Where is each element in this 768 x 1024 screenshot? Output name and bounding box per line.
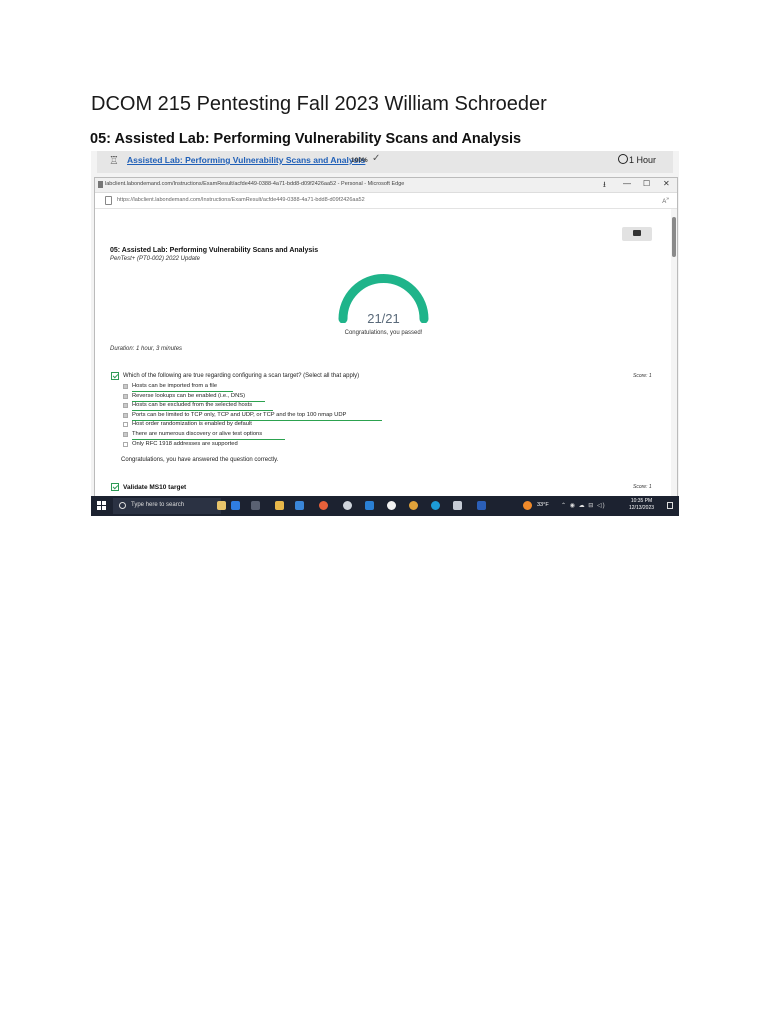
option-label: Host order randomization is enabled by d… — [132, 421, 252, 428]
lab-percent: 100% — [351, 157, 368, 164]
option-checkbox — [123, 432, 128, 437]
browser-titlebar: labclient.labondemand.com/Instructions/E… — [95, 178, 677, 193]
taskbar-search[interactable]: Type here to search — [113, 498, 221, 514]
folder-icon[interactable] — [217, 501, 226, 510]
edge-icon[interactable] — [431, 501, 440, 510]
maximize-button[interactable]: ☐ — [643, 179, 650, 188]
option-checkbox — [123, 384, 128, 389]
score-text: 21/21 — [367, 311, 400, 326]
page-content: 05: Assisted Lab: Performing Vulnerabili… — [95, 209, 673, 500]
question-feedback: Congratulations, you have answered the q… — [121, 457, 279, 463]
app-icon[interactable] — [365, 501, 374, 510]
page-icon — [98, 181, 103, 188]
app-icon[interactable] — [453, 501, 462, 510]
lab-duration: 1 Hour — [618, 154, 656, 165]
read-aloud-icon[interactable]: A» — [662, 196, 669, 205]
system-tray-icons[interactable]: ⌃ ◉ ☁ ⊟ ◁) — [561, 502, 606, 509]
question-text: Which of the following are true regardin… — [123, 373, 360, 379]
clock-time: 10:35 PM — [630, 498, 653, 504]
chrome-icon[interactable] — [409, 501, 418, 510]
close-button[interactable]: ✕ — [663, 179, 670, 188]
window-title: labclient.labondemand.com/Instructions/E… — [105, 181, 405, 187]
search-icon — [119, 502, 126, 509]
browser-window: labclient.labondemand.com/Instructions/E… — [94, 177, 678, 515]
option-label: There are numerous discovery or alive te… — [132, 431, 263, 437]
question-correct-icon — [111, 372, 119, 380]
option-checkbox — [123, 393, 128, 399]
task-view-icon[interactable] — [251, 501, 260, 510]
option-checkbox — [123, 403, 128, 409]
clock-icon — [618, 154, 628, 164]
question-score: Score: 1 — [633, 484, 652, 490]
question-score: Score: 1 — [633, 373, 652, 379]
notification-icon[interactable] — [667, 502, 673, 509]
printer-icon — [633, 230, 641, 236]
question-correct-icon — [111, 483, 119, 491]
lab-heading: 05: Assisted Lab: Performing Vulnerabili… — [90, 131, 522, 147]
option-label: Hosts can be imported from a file — [132, 383, 218, 389]
duration-text: Duration: 1 hour, 3 minutes — [110, 346, 183, 352]
lab-link[interactable]: Assisted Lab: Performing Vulnerability S… — [127, 155, 365, 165]
minimize-button[interactable]: — — [623, 179, 631, 188]
check-icon: ✓ — [372, 153, 381, 164]
option-label: Only RFC 1918 addresses are supported — [132, 440, 238, 447]
app-icon[interactable] — [231, 501, 240, 510]
page-icon — [105, 196, 112, 205]
word-icon[interactable] — [477, 501, 486, 510]
weather-icon — [523, 501, 532, 510]
document-title: DCOM 215 Pentesting Fall 2023 William Sc… — [91, 93, 547, 115]
print-button[interactable] — [622, 227, 652, 241]
option-label: Hosts can be excluded from the selected … — [132, 402, 253, 409]
clock-date: 12/13/2023 — [629, 505, 655, 511]
address-bar[interactable]: https://labclient.labondemand.com/Instru… — [95, 193, 677, 209]
scroll-thumb[interactable] — [672, 217, 676, 257]
option-checkbox — [123, 441, 128, 447]
result-title: 05: Assisted Lab: Performing Vulnerabili… — [110, 247, 319, 254]
firefox-icon[interactable] — [319, 501, 328, 510]
github-icon[interactable] — [387, 501, 396, 510]
windows-start-icon[interactable] — [97, 501, 106, 510]
file-explorer-icon[interactable] — [275, 501, 284, 510]
lab-top-bar: ♖ Assisted Lab: Performing Vulnerability… — [97, 151, 673, 173]
option-label: Reverse lookups can be enabled (i.e., DN… — [132, 392, 246, 399]
option-label: Ports can be limited to TCP only, TCP an… — [132, 411, 347, 418]
temperature: 33°F — [537, 502, 549, 508]
question-text: Validate MS10 target — [123, 484, 187, 491]
taskbar-clock[interactable]: 10:35 PM 12/13/2023 — [629, 498, 654, 512]
result-subtitle: PenTest+ (PT0-002) 2022 Update — [110, 256, 201, 262]
taskbar: Type here to search 33°F ⌃ ◉ ☁ ⊟ ◁) 10:3… — [91, 496, 679, 516]
url-text[interactable]: https://labclient.labondemand.com/Instru… — [117, 197, 365, 203]
option-checkbox — [123, 422, 128, 428]
lab-tower-icon: ♖ — [109, 155, 119, 167]
download-icon[interactable]: ⭳ — [603, 179, 606, 193]
lab-duration-text: 1 Hour — [629, 155, 657, 165]
lab-screenshot: ♖ Assisted Lab: Performing Vulnerability… — [91, 151, 679, 516]
passed-message: Congratulations, you passed! — [344, 330, 423, 336]
option-checkbox — [123, 412, 128, 418]
scrollbar[interactable] — [671, 209, 677, 499]
app-icon[interactable] — [295, 501, 304, 510]
gear-icon[interactable] — [343, 501, 352, 510]
search-placeholder: Type here to search — [131, 502, 185, 508]
